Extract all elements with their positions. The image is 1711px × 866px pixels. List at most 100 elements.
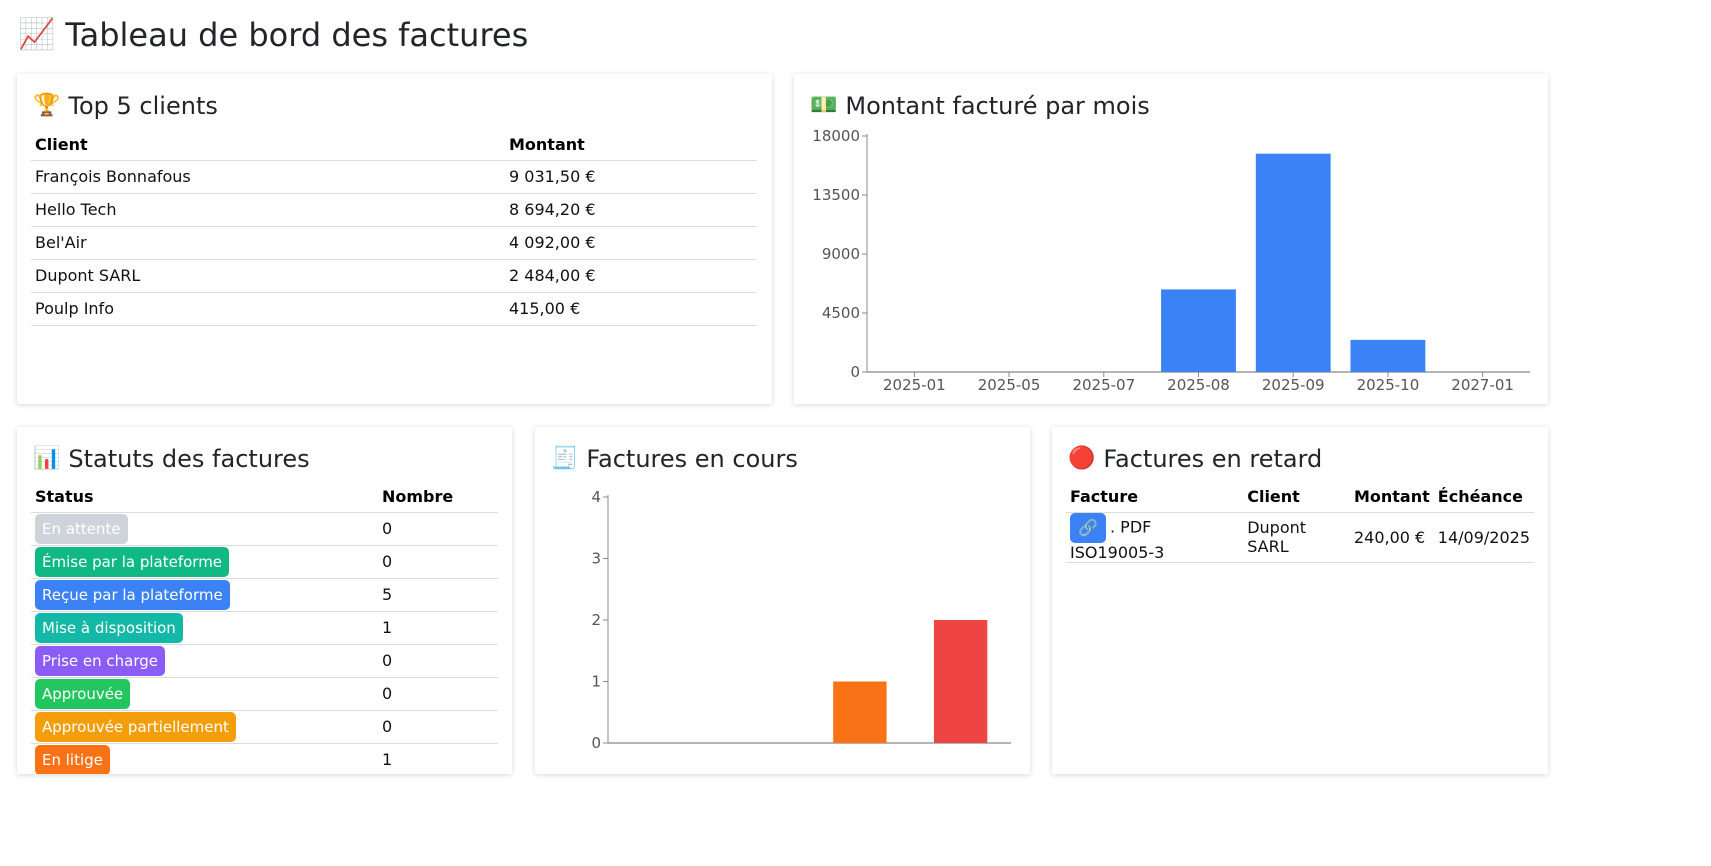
y-tick-label: 4 xyxy=(591,488,601,506)
table-row: Émise par la plateforme 0 xyxy=(31,545,498,578)
invoice-amount: 240,00 € xyxy=(1353,527,1426,547)
table-row: Hello Tech 8 694,20 € xyxy=(31,193,757,226)
page-title: 📈 Tableau de bord des factures xyxy=(18,16,528,54)
client-amount: 9 031,50 € xyxy=(509,167,596,186)
status-count: 0 xyxy=(382,651,393,670)
bar xyxy=(1255,153,1331,372)
overdue-card: 🔴 Factures en retard Facture Client Mont… xyxy=(1052,427,1548,774)
status-badge: Reçue par la plateforme xyxy=(35,579,230,610)
status-cell: Approuvée xyxy=(31,677,378,710)
statuses-card: 📊 Statuts des factures Status Nombre En … xyxy=(17,427,512,774)
client-name: Bel'Air xyxy=(35,233,87,252)
x-tick-label: 2027-01 xyxy=(1451,376,1514,394)
in-progress-card: 🧾 Factures en cours 01234 xyxy=(535,427,1030,774)
table-row: Mise à disposition 1 xyxy=(31,611,498,644)
status-cell: En attente xyxy=(31,512,378,545)
chart-increasing-icon: 📈 xyxy=(18,17,56,52)
client-name: Dupont SARL xyxy=(35,266,141,285)
top-clients-card: 🏆 Top 5 clients Client Montant François … xyxy=(17,74,772,404)
column-header-count: Nombre xyxy=(382,487,454,507)
statuses-title-text: Statuts des factures xyxy=(68,445,310,473)
column-header-amount: Montant xyxy=(1353,487,1430,507)
y-tick-label: 4500 xyxy=(822,304,860,322)
client-amount: 415,00 € xyxy=(509,299,581,318)
top-clients-table: Client Montant François Bonnafous 9 031,5… xyxy=(31,130,757,326)
statuses-table: Status Nombre En attente 0 Émise par la pl… xyxy=(31,482,498,774)
y-tick-label: 1 xyxy=(591,673,601,691)
status-badge: Prise en charge xyxy=(35,645,166,676)
column-header-amount: Montant xyxy=(509,135,585,155)
bar xyxy=(1350,339,1426,372)
table-row: Approuvée 0 xyxy=(31,677,498,710)
status-cell: Reçue par la plateforme xyxy=(31,578,378,611)
y-tick-label: 0 xyxy=(850,363,860,381)
overdue-title: 🔴 Factures en retard xyxy=(1068,445,1322,473)
column-header-due-date: Échéance xyxy=(1437,487,1523,507)
status-badge: En attente xyxy=(35,513,128,544)
x-tick-label: 2025-10 xyxy=(1357,376,1420,394)
y-tick-label: 3 xyxy=(591,550,601,568)
status-count: 1 xyxy=(382,618,393,637)
y-tick-label: 9000 xyxy=(822,245,860,263)
table-row: 🔗. PDF ISO19005-3 Dupont SARL 240,00 € 14/0… xyxy=(1066,512,1534,562)
bar xyxy=(833,681,887,743)
table-row: En attente 0 xyxy=(31,512,498,545)
x-tick-label: 2025-07 xyxy=(1072,376,1135,394)
table-row: François Bonnafous 9 031,50 € xyxy=(31,160,757,193)
overdue-title-text: Factures en retard xyxy=(1103,445,1323,473)
statuses-title: 📊 Statuts des factures xyxy=(33,445,310,473)
overdue-table: Facture Client Montant Échéance 🔗. PDF I… xyxy=(1066,482,1534,563)
x-tick-label: 2025-05 xyxy=(978,376,1041,394)
client-amount: 4 092,00 € xyxy=(509,233,596,252)
status-count: 5 xyxy=(382,585,393,604)
table-row: Poulp Info 415,00 € xyxy=(31,292,757,325)
client-name: Poulp Info xyxy=(35,299,114,318)
status-badge: Mise à disposition xyxy=(35,612,183,643)
status-badge: Approuvée partiellement xyxy=(35,711,236,742)
table-row: Bel'Air 4 092,00 € xyxy=(31,226,757,259)
bar-chart-icon: 📊 xyxy=(33,446,61,471)
column-header-invoice: Facture xyxy=(1070,487,1139,507)
monthly-amount-card: 💵 Montant facturé par mois 0 4500 9000 1350… xyxy=(794,74,1548,404)
link-icon[interactable]: 🔗 xyxy=(1070,512,1106,543)
table-row: Prise en charge 0 xyxy=(31,644,498,677)
client-amount: 8 694,20 € xyxy=(509,200,596,219)
bar xyxy=(1161,289,1236,372)
table-row: Reçue par la plateforme 5 xyxy=(31,578,498,611)
table-row: Dupont SARL 2 484,00 € xyxy=(31,259,757,292)
client-amount: 2 484,00 € xyxy=(509,266,596,285)
x-tick-label: 2025-01 xyxy=(883,376,946,394)
status-count: 0 xyxy=(382,519,393,538)
y-tick-label: 13500 xyxy=(812,186,860,204)
status-cell: Mise à disposition xyxy=(31,611,378,644)
y-tick-label: 2 xyxy=(591,611,601,629)
column-header-status: Status xyxy=(35,487,94,507)
red-circle-icon: 🔴 xyxy=(1068,446,1096,471)
y-tick-label: 0 xyxy=(591,734,601,752)
top-clients-title: 🏆 Top 5 clients xyxy=(33,92,218,120)
invoice-cell: 🔗. PDF ISO19005-3 xyxy=(1066,512,1243,562)
column-header-client: Client xyxy=(1247,487,1300,507)
y-tick-label: 18000 xyxy=(812,127,860,145)
bar xyxy=(933,620,988,743)
invoice-client: Dupont SARL xyxy=(1247,518,1307,556)
status-count: 0 xyxy=(382,684,393,703)
status-badge: En litige xyxy=(35,744,110,774)
top-clients-title-text: Top 5 clients xyxy=(68,92,218,120)
x-tick-label: 2025-08 xyxy=(1167,376,1230,394)
in-progress-chart: 0 1 2 3 4 xyxy=(591,488,1011,752)
client-name: François Bonnafous xyxy=(35,167,191,186)
trophy-icon: 🏆 xyxy=(33,93,61,118)
invoice-due-date: 14/09/2025 xyxy=(1437,527,1530,547)
column-header-client: Client xyxy=(35,135,88,155)
status-badge: Émise par la plateforme xyxy=(35,546,230,577)
status-count: 1 xyxy=(382,750,393,769)
monthly-amount-chart: 0 4500 9000 13500 18000 2025-01 2025-05 2025-07… xyxy=(812,127,1530,394)
status-cell: Approuvée partiellement xyxy=(31,710,378,743)
table-row: En litige 1 xyxy=(31,743,498,774)
status-badge: Approuvée xyxy=(35,678,131,709)
page-title-text: Tableau de bord des factures xyxy=(65,16,529,54)
x-tick-label: 2025-09 xyxy=(1262,376,1325,394)
table-row: Approuvée partiellement 0 xyxy=(31,710,498,743)
status-cell: En litige xyxy=(31,743,378,774)
